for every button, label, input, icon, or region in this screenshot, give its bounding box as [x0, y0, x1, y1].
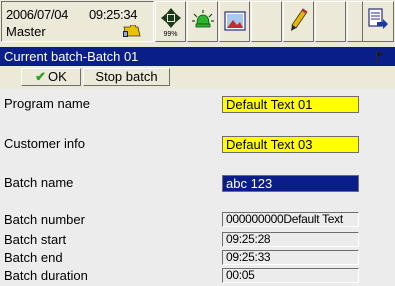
batch-start-label: Batch start: [4, 232, 67, 247]
program-name-label: Program name: [4, 96, 90, 111]
batch-end-value: 09:25:33: [222, 250, 359, 265]
page-title: Current batch-Batch 01: [4, 49, 139, 64]
batch-name-label: Batch name: [4, 175, 74, 190]
stop-batch-button[interactable]: Stop batch: [83, 68, 170, 86]
alarm-icon: [191, 10, 214, 28]
status-panel: 2006/07/04 09:25:34 Master: [1, 1, 154, 42]
date-display: 2006/07/04: [6, 7, 69, 22]
batch-folder-icon: [122, 24, 142, 44]
action-bar: ✔ OK Stop batch: [0, 66, 395, 88]
display-image-icon: [223, 11, 246, 31]
user-display: Master: [6, 24, 46, 39]
annotate-button[interactable]: [283, 1, 314, 42]
batch-form: Program name Default Text 01 Customer in…: [0, 89, 395, 286]
alarm-button[interactable]: [187, 1, 218, 42]
check-icon: ✔: [35, 69, 47, 84]
document-exit-icon: [368, 8, 388, 29]
display-button[interactable]: [219, 1, 250, 42]
exit-button[interactable]: [362, 1, 394, 42]
memory-percent: 99%: [163, 31, 178, 38]
time-display: 09:25:34: [89, 7, 138, 22]
ok-label: OK: [48, 69, 67, 84]
batch-duration-value: 00:05: [222, 268, 359, 283]
batch-end-label: Batch end: [4, 250, 63, 265]
batch-duration-label: Batch duration: [4, 268, 88, 283]
navigate-arrows-icon: [160, 8, 181, 28]
toolbar-empty-button-1[interactable]: [251, 1, 282, 42]
customer-info-field[interactable]: Default Text 03: [222, 136, 359, 153]
batch-start-value: 09:25:28: [222, 232, 359, 247]
batch-number-label: Batch number: [4, 212, 85, 227]
batch-name-field[interactable]: abc 123: [222, 175, 359, 192]
navigate-button[interactable]: 99%: [155, 1, 186, 42]
pen-icon: [290, 8, 308, 31]
customer-info-label: Customer info: [4, 136, 85, 151]
program-name-field[interactable]: Default Text 01: [222, 96, 359, 113]
ok-button[interactable]: ✔ OK: [21, 68, 81, 86]
batch-header: Current batch-Batch 01: [0, 47, 395, 66]
toolbar-empty-button-2[interactable]: [315, 1, 346, 42]
batch-number-value: 000000000Default Text: [222, 212, 359, 227]
top-toolbar: 2006/07/04 09:25:34 Master 99%: [0, 0, 395, 45]
